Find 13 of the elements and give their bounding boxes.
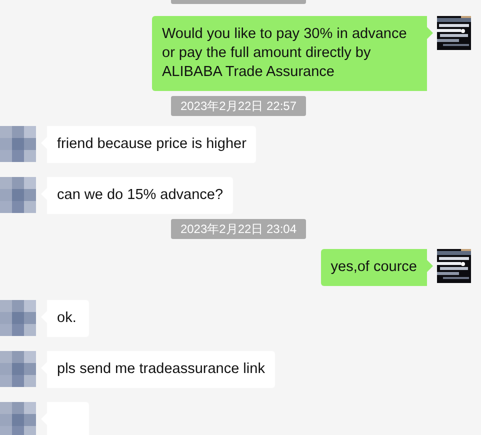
avatar — [0, 177, 36, 213]
avatar — [0, 351, 36, 387]
avatar — [0, 126, 36, 162]
avatar — [0, 402, 36, 435]
message-bubble: Would you like to pay 30% in advance or pay the full amount directly by ALIBABA Trade Assurance — [152, 16, 433, 91]
timestamp-label: 2023年2月22日 22:57 — [171, 96, 306, 116]
message-bubble: friend because price is higher — [41, 126, 256, 163]
message-bubble: ok. — [41, 300, 89, 337]
avatar — [0, 300, 36, 336]
message-bubble: yes,of cource — [320, 249, 433, 286]
message-bubble: can we do 15% advance? — [41, 177, 234, 214]
timestamp-label: 2023年2月22日 23:04 — [171, 219, 306, 239]
message-bubble: pls send me tradeassurance link — [41, 351, 275, 388]
